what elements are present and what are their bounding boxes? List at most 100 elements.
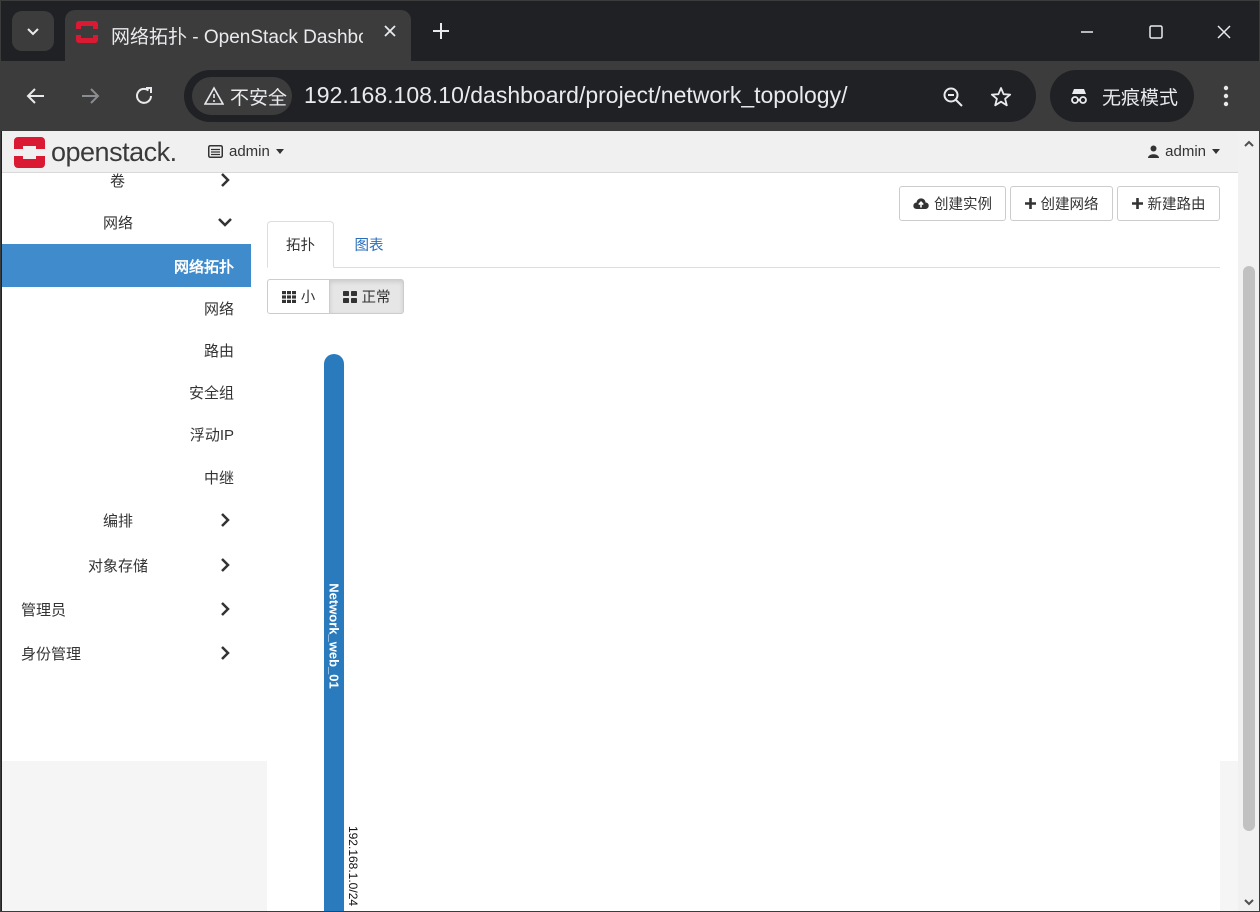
sidebar-item-label: 浮动IP xyxy=(189,427,234,444)
url-text[interactable]: 192.168.108.10/dashboard/project/network… xyxy=(304,82,847,109)
plus-icon xyxy=(1024,198,1036,209)
sidebar-item-object-store[interactable]: 对象存储 xyxy=(2,544,251,586)
forward-button[interactable] xyxy=(72,78,108,114)
sidebar-item-network-group[interactable]: 网络 xyxy=(2,201,251,243)
minimize-button[interactable] xyxy=(1063,13,1111,51)
close-window-button[interactable] xyxy=(1200,13,1248,51)
back-button[interactable] xyxy=(18,78,54,114)
more-vertical-icon xyxy=(1223,85,1229,107)
user-menu-label: admin xyxy=(1165,143,1206,160)
sidebar-item-label: 编排 xyxy=(103,513,134,530)
launch-instance-button[interactable]: 创建实例 xyxy=(899,186,1006,221)
plus-icon xyxy=(1131,198,1143,209)
close-icon xyxy=(1217,25,1231,39)
sidebar-item-label: 网络 xyxy=(203,301,234,318)
tab-close-button[interactable] xyxy=(377,18,403,44)
tab-graph[interactable]: 图表 xyxy=(336,221,402,268)
tabs-divider xyxy=(267,267,1220,268)
chevron-right-icon xyxy=(221,513,230,527)
incognito-icon xyxy=(1071,89,1087,104)
network-name-label: Network_web_01 xyxy=(326,583,342,689)
view-normal-button[interactable]: 正常 xyxy=(329,279,404,314)
chevron-right-icon xyxy=(221,173,230,187)
sidebar-item-label: 安全组 xyxy=(188,385,234,402)
active-tab[interactable]: 网络拓扑 - OpenStack Dashboard xyxy=(65,10,411,61)
tab-topology[interactable]: 拓扑 xyxy=(267,221,334,268)
incognito-label: 无痕模式 xyxy=(1102,87,1179,109)
launch-instance-label: 创建实例 xyxy=(934,197,992,213)
sidebar-item-label: 中继 xyxy=(203,470,234,487)
page-viewport: openstack. admin admin 卷 网络 网络拓扑 网络 路由 安… xyxy=(2,131,1238,911)
caret-down-icon xyxy=(275,149,284,154)
sidebar-item-admin[interactable]: 管理员 xyxy=(2,588,251,630)
list-icon xyxy=(208,145,223,158)
plus-icon xyxy=(433,23,449,39)
tab-topology-label: 拓扑 xyxy=(286,238,315,254)
scroll-up-arrow-icon[interactable] xyxy=(1244,139,1254,149)
sidebar-item-label: 网络拓扑 xyxy=(173,259,234,276)
grid-large-icon xyxy=(342,290,357,303)
bookmark-button[interactable] xyxy=(986,82,1016,112)
project-selector-label: admin xyxy=(229,143,270,160)
chevron-right-icon xyxy=(221,558,230,572)
tab-graph-label: 图表 xyxy=(354,238,384,254)
star-icon xyxy=(990,87,1012,107)
view-small-label: 小 xyxy=(300,290,316,306)
project-selector[interactable]: admin xyxy=(208,143,284,160)
sidebar-item-routers[interactable]: 路由 xyxy=(2,329,251,371)
sidebar-item-networks[interactable]: 网络 xyxy=(2,287,251,329)
sidebar-item-security-groups[interactable]: 安全组 xyxy=(2,371,251,413)
view-small-button[interactable]: 小 xyxy=(267,279,330,314)
sidebar-item-trunks[interactable]: 中继 xyxy=(2,456,251,498)
sidebar-item-network-topology[interactable]: 网络拓扑 xyxy=(2,244,251,287)
create-router-button[interactable]: 新建路由 xyxy=(1117,186,1220,221)
sidebar: 卷 网络 网络拓扑 网络 路由 安全组 浮动IP 中继 编排 对象存储 管理员 … xyxy=(2,173,251,761)
security-label: 不安全 xyxy=(230,87,288,109)
sidebar-footer-area xyxy=(2,761,267,911)
scrollbar-thumb[interactable] xyxy=(1243,266,1255,831)
warning-icon xyxy=(204,86,224,105)
grid-small-icon xyxy=(281,290,296,303)
arrow-right-icon xyxy=(82,88,100,104)
user-menu[interactable]: admin xyxy=(1148,143,1220,160)
zoom-out-icon xyxy=(943,87,963,107)
sidebar-item-label: 管理员 xyxy=(21,602,67,619)
tab-title: 网络拓扑 - OpenStack Dashboard xyxy=(111,27,363,48)
sidebar-item-volumes[interactable]: 卷 xyxy=(2,159,251,201)
browser-window: 网络拓扑 - OpenStack Dashboard xyxy=(0,0,1260,912)
sidebar-item-label: 网络 xyxy=(103,215,134,232)
create-network-button[interactable]: 创建网络 xyxy=(1010,186,1113,221)
tab-search-button[interactable] xyxy=(12,11,54,51)
sidebar-item-identity[interactable]: 身份管理 xyxy=(2,632,251,674)
reload-button[interactable] xyxy=(126,78,162,114)
user-icon xyxy=(1148,145,1160,158)
chevron-right-icon xyxy=(221,602,230,616)
scroll-down-arrow-icon[interactable] xyxy=(1244,897,1254,907)
content-gutter xyxy=(1220,761,1238,911)
new-tab-button[interactable] xyxy=(425,15,457,47)
incognito-indicator[interactable]: 无痕模式 xyxy=(1050,70,1194,122)
create-router-label: 新建路由 xyxy=(1147,197,1206,213)
browser-menu-button[interactable] xyxy=(1211,78,1241,114)
close-icon xyxy=(384,25,396,37)
address-bar[interactable]: 不安全 192.168.108.10/dashboard/project/net… xyxy=(184,70,1036,122)
maximize-icon xyxy=(1149,25,1163,39)
security-chip[interactable]: 不安全 xyxy=(192,77,292,115)
page-scrollbar[interactable] xyxy=(1238,131,1259,911)
minimize-icon xyxy=(1081,31,1093,33)
sidebar-item-floating-ips[interactable]: 浮动IP xyxy=(2,413,251,455)
chevron-down-icon xyxy=(218,218,232,227)
sidebar-item-orchestration[interactable]: 编排 xyxy=(2,499,251,541)
create-network-label: 创建网络 xyxy=(1040,197,1099,213)
cloud-upload-icon xyxy=(913,198,929,209)
sidebar-item-label: 卷 xyxy=(110,173,126,190)
tab-strip: 网络拓扑 - OpenStack Dashboard xyxy=(1,1,1259,61)
sidebar-item-label: 路由 xyxy=(203,343,234,360)
chevron-down-icon xyxy=(27,28,39,36)
view-normal-label: 正常 xyxy=(361,290,391,306)
zoom-button[interactable] xyxy=(938,82,968,112)
reload-icon xyxy=(136,87,152,104)
chevron-right-icon xyxy=(221,646,230,660)
arrow-left-icon xyxy=(26,88,44,104)
maximize-button[interactable] xyxy=(1132,13,1180,51)
